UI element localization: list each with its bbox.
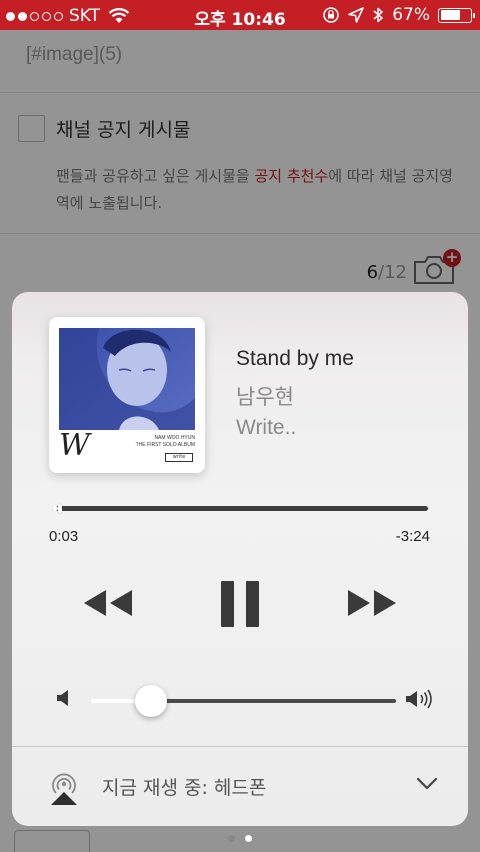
audio-route-label[interactable]: 지금 재생 중: 헤드폰 (102, 773, 266, 800)
volume-low-icon (57, 690, 68, 706)
battery-percent: 67% (392, 5, 430, 25)
battery-icon (438, 7, 475, 23)
page-indicator (0, 835, 480, 842)
volume-slider[interactable] (90, 685, 396, 717)
location-icon (348, 7, 365, 23)
volume-knob[interactable] (135, 685, 168, 717)
page-dot[interactable] (228, 835, 235, 842)
artwork-caption-line: NAM WOO HYUN (154, 435, 195, 441)
progress-scrubber[interactable] (52, 504, 428, 513)
status-right: 67% (322, 5, 475, 25)
battery-fill (440, 10, 460, 20)
volume-high-icon (406, 689, 432, 709)
artwork-caption: NAM WOO HYUN THE FIRST SOLO ALBUM (136, 435, 195, 449)
progress-knob[interactable] (57, 504, 62, 513)
remaining-time: -3:24 (395, 528, 430, 545)
artwork-box-label: write (165, 453, 193, 462)
fast-forward-button[interactable] (346, 588, 398, 618)
status-bar: SKT 오후 10:46 67% (0, 0, 480, 30)
rewind-button[interactable] (82, 588, 134, 618)
progress-fill (52, 506, 58, 511)
song-title: Stand by me (236, 347, 354, 370)
album-artwork: W NAM WOO HYUN THE FIRST SOLO ALBUM writ… (49, 317, 205, 473)
song-artist: 남우현 (236, 385, 294, 409)
song-album: Write.. (236, 416, 297, 439)
artwork-letter: W (59, 428, 90, 463)
page-dot-active[interactable] (245, 835, 252, 842)
airplay-icon[interactable] (47, 768, 81, 806)
elapsed-time: 0:03 (49, 528, 79, 545)
pause-button[interactable] (220, 580, 260, 628)
artwork-caption-line: THE FIRST SOLO ALBUM (135, 442, 195, 448)
now-playing-panel: W NAM WOO HYUN THE FIRST SOLO ALBUM writ… (12, 292, 468, 826)
bluetooth-icon (373, 7, 383, 23)
route-divider (12, 746, 468, 747)
rotation-lock-icon (323, 7, 340, 23)
chevron-down-icon[interactable] (416, 777, 438, 791)
artwork-photo (59, 328, 195, 430)
